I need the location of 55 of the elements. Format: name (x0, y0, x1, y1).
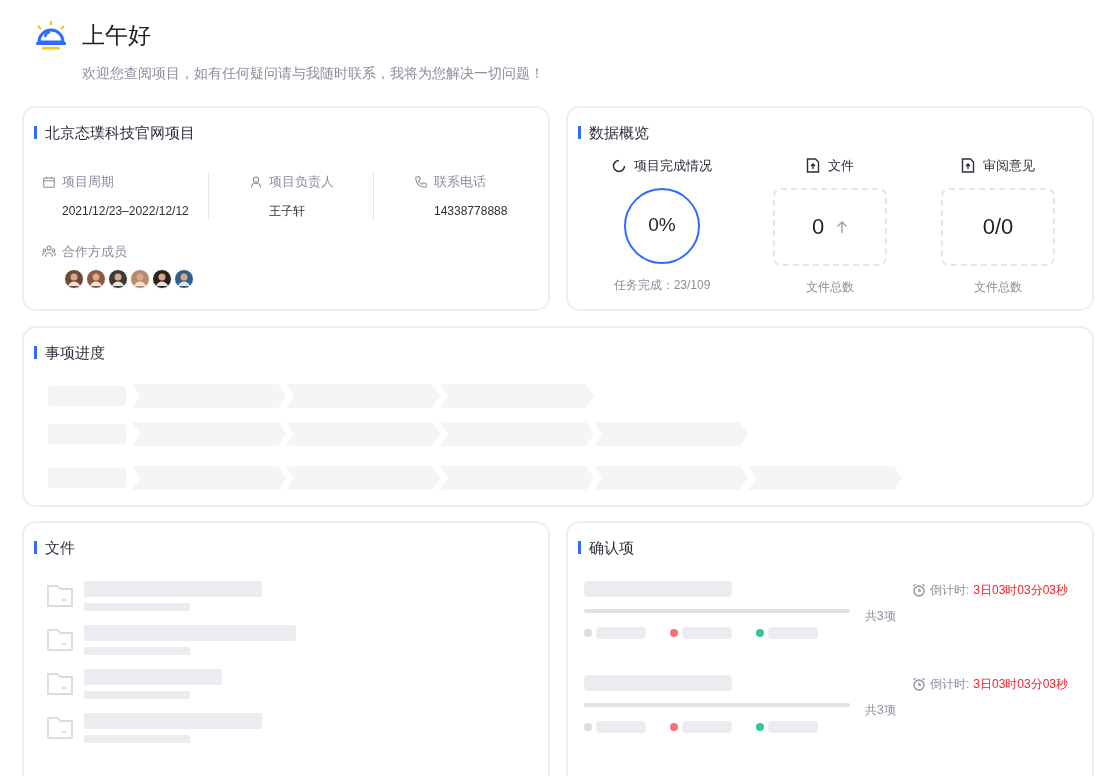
completion-value: 0% (648, 213, 676, 238)
section-title: 事项进度 (45, 342, 105, 363)
field-value: 2021/12/23–2022/12/12 (61, 202, 190, 220)
person-icon (249, 174, 263, 189)
greeting-title: 上午好 (82, 21, 151, 50)
stat-label: 审阅意见 (983, 157, 1035, 175)
total-count: 共3项 (865, 608, 896, 625)
section-title: 数据概览 (589, 122, 649, 143)
folder-icon (46, 716, 74, 740)
total-count: 共3项 (865, 702, 896, 719)
stat-label: 项目完成情况 (634, 157, 712, 175)
field-label: 项目负责人 (269, 173, 334, 191)
avatar (64, 269, 84, 289)
alarm-clock-icon (911, 583, 926, 597)
stat-label: 文件 (828, 157, 854, 175)
countdown-value: 3日03时03分03秒 (973, 582, 1068, 599)
file-upload-icon (806, 158, 820, 174)
alarm-light-icon (34, 20, 68, 51)
members-label: 合作方成员 (62, 242, 127, 261)
countdown-value: 3日03时03分03秒 (973, 676, 1068, 693)
title-marker (34, 346, 37, 360)
field-label: 项目周期 (62, 173, 114, 191)
title-marker (578, 541, 581, 555)
title-marker (34, 126, 37, 140)
stat-value: 0/0 (982, 213, 1014, 241)
stat-caption: 文件总数 (806, 278, 854, 296)
title-marker (34, 541, 37, 555)
countdown-label: 倒计时: (929, 676, 970, 693)
file-upload-icon (961, 158, 975, 174)
avatar (108, 269, 128, 289)
section-title: 北京态璞科技官网项目 (45, 122, 195, 143)
stat-caption: 文件总数 (974, 278, 1022, 296)
folder-icon (46, 628, 74, 652)
alarm-clock-icon (911, 677, 926, 691)
field-value: 王子轩 (268, 202, 306, 220)
calendar-icon (42, 174, 56, 189)
folder-icon (46, 672, 74, 696)
avatar (130, 269, 150, 289)
countdown-label: 倒计时: (929, 582, 970, 599)
field-value: 14338778888 (433, 202, 509, 220)
stat-value: 0 (811, 213, 825, 241)
avatar (86, 269, 106, 289)
field-label: 联系电话 (434, 173, 486, 191)
stat-caption: 任务完成：23/109 (613, 276, 711, 294)
title-marker (578, 126, 581, 140)
folder-icon (46, 584, 74, 608)
loading-icon (612, 158, 626, 173)
section-title: 确认项 (589, 537, 634, 558)
greeting-subtitle: 欢迎您查阅项目，如有任何疑问请与我随时联系，我将为您解决一切问题！ (81, 63, 545, 83)
avatar (152, 269, 172, 289)
phone-icon (414, 174, 428, 189)
avatar (174, 269, 194, 289)
group-icon (42, 244, 56, 259)
arrow-up-icon (836, 219, 849, 234)
section-title: 文件 (45, 537, 75, 558)
